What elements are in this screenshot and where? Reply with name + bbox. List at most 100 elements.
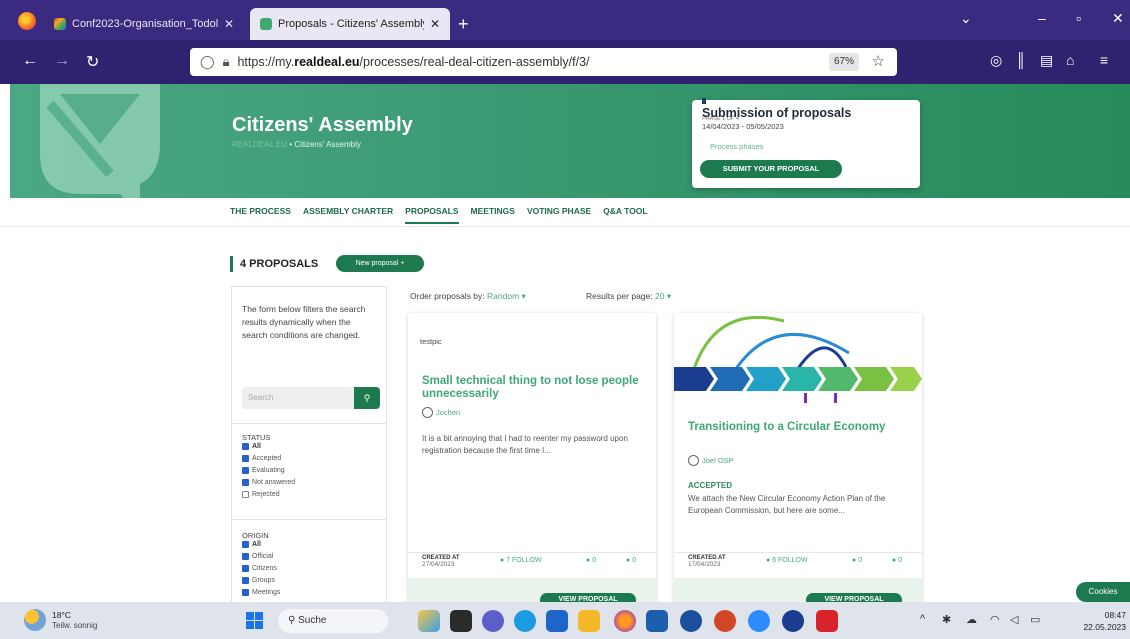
- proposal-author[interactable]: Joel OSP: [688, 455, 734, 466]
- origin-groups-checkbox[interactable]: Groups: [242, 577, 275, 584]
- teams-app-icon[interactable]: [680, 610, 702, 632]
- back-icon[interactable]: ←: [22, 52, 38, 70]
- checkbox-checked-icon[interactable]: [242, 479, 249, 486]
- outlook-app-icon[interactable]: [646, 610, 668, 632]
- firefox-app-icon[interactable]: [614, 610, 636, 632]
- close-tab-icon[interactable]: ✕: [224, 17, 234, 31]
- firefox-icon[interactable]: [18, 12, 36, 30]
- proposal-title[interactable]: Small technical thing to not lose people…: [422, 375, 642, 401]
- breadcrumb-current[interactable]: Citizens' Assembly: [294, 140, 360, 149]
- task-view-icon[interactable]: [450, 610, 472, 632]
- tab-meetings[interactable]: MEETINGS: [471, 206, 515, 224]
- proposal-card[interactable]: Transitioning to a Circular Economy Joel…: [674, 313, 922, 606]
- checkbox-checked-icon[interactable]: [242, 565, 249, 572]
- checkbox-checked-icon[interactable]: [242, 455, 249, 462]
- wifi-icon[interactable]: ◠: [990, 613, 1000, 626]
- status-all-checkbox[interactable]: All: [242, 443, 261, 450]
- created-date: 27/04/2023: [422, 561, 455, 568]
- edge-app-icon[interactable]: [514, 610, 536, 632]
- battery-icon[interactable]: ▭: [1030, 613, 1040, 626]
- author-name: Joel OSP: [702, 456, 734, 465]
- browser-app-icon[interactable]: [782, 610, 804, 632]
- powerpoint-app-icon[interactable]: [714, 610, 736, 632]
- process-phases-link[interactable]: Process phases: [710, 142, 763, 151]
- bookmark-star-icon[interactable]: ☆: [872, 52, 885, 70]
- todolist-favicon-icon: [54, 18, 66, 30]
- origin-all-checkbox[interactable]: All: [242, 541, 261, 548]
- status-evaluating-checkbox[interactable]: Evaluating: [242, 467, 285, 474]
- chat-app-icon[interactable]: [482, 610, 504, 632]
- reload-icon[interactable]: ↻: [86, 52, 99, 72]
- new-tab-icon[interactable]: +: [458, 14, 469, 35]
- cookies-button[interactable]: Cookies: [1076, 582, 1130, 602]
- app-tray-icon[interactable]: ✱: [942, 613, 951, 626]
- checkbox-unchecked-icon[interactable]: [242, 491, 249, 498]
- checkbox-checked-icon[interactable]: [242, 443, 249, 450]
- follow-count[interactable]: ● 6 FOLLOW: [766, 557, 808, 564]
- zoom-app-icon[interactable]: [748, 610, 770, 632]
- tab-conf2023[interactable]: Conf2023-Organisation_Todolis ✕: [44, 8, 244, 40]
- shield-icon[interactable]: ◯: [200, 54, 215, 70]
- order-value[interactable]: Random: [487, 291, 519, 301]
- onedrive-icon[interactable]: ☁: [966, 613, 977, 626]
- minimize-icon[interactable]: –: [1038, 10, 1046, 26]
- proposal-title[interactable]: Transitioning to a Circular Economy: [688, 421, 908, 434]
- taskbar-search[interactable]: ⚲ Suche: [278, 609, 388, 633]
- tab-qa-tool[interactable]: Q&A TOOL: [603, 206, 647, 224]
- status-not-answered-checkbox[interactable]: Not answered: [242, 479, 295, 486]
- proposal-author[interactable]: Jochen: [422, 407, 460, 418]
- tab-voting-phase[interactable]: VOTING PHASE: [527, 206, 591, 224]
- results-per-page[interactable]: Results per page: 20 ▾: [586, 291, 671, 302]
- checkbox-checked-icon[interactable]: [242, 553, 249, 560]
- library-icon[interactable]: ║: [1016, 52, 1026, 68]
- tab-proposals[interactable]: Proposals - Citizens' Assembly ✕: [250, 8, 450, 40]
- taskbar-search-label: Suche: [298, 615, 327, 626]
- show-hidden-icons-chevron-icon[interactable]: ^: [920, 613, 925, 625]
- url-bar[interactable]: ◯ 🔒︎ https://my. realdeal.eu/processes/re…: [190, 48, 897, 76]
- chevron-down-icon[interactable]: ▾: [667, 291, 671, 301]
- store-app-icon[interactable]: [546, 610, 568, 632]
- origin-citizens-checkbox[interactable]: Citizens: [242, 565, 277, 572]
- follow-count[interactable]: ● 7 FOLLOW: [500, 557, 542, 564]
- follow-label: 7 FOLLOW: [506, 557, 542, 564]
- maximize-icon[interactable]: ▫: [1076, 10, 1081, 26]
- clock[interactable]: 08:47 22.05.2023: [1072, 609, 1126, 633]
- new-proposal-button[interactable]: New proposal +: [336, 255, 424, 272]
- checkbox-label: All: [252, 541, 261, 548]
- tab-assembly-charter[interactable]: ASSEMBLY CHARTER: [303, 206, 393, 224]
- status-accepted-checkbox[interactable]: Accepted: [242, 455, 281, 462]
- chevron-down-icon[interactable]: ▾: [522, 291, 526, 301]
- checkbox-checked-icon[interactable]: [242, 589, 249, 596]
- endorsement-count: ● 0: [586, 557, 597, 564]
- origin-official-checkbox[interactable]: Official: [242, 553, 273, 560]
- extensions-icon[interactable]: ⌂: [1066, 52, 1074, 68]
- tab-proposals[interactable]: PROPOSALS: [405, 206, 459, 224]
- widgets-app-icon[interactable]: [418, 610, 440, 632]
- file-explorer-icon[interactable]: [578, 610, 600, 632]
- origin-meetings-checkbox[interactable]: Meetings: [242, 589, 280, 596]
- acrobat-app-icon[interactable]: [816, 610, 838, 632]
- weather-widget[interactable]: 18°C Teilw. sonnig: [24, 609, 97, 631]
- order-proposals[interactable]: Order proposals by: Random ▾: [410, 291, 526, 302]
- menu-icon[interactable]: ≡: [1100, 52, 1108, 68]
- checkbox-checked-icon[interactable]: [242, 577, 249, 584]
- close-tab-icon[interactable]: ✕: [430, 17, 440, 31]
- close-window-icon[interactable]: ✕: [1112, 10, 1124, 27]
- breadcrumb-home[interactable]: REALDEAL.EU: [232, 140, 287, 149]
- reader-icon[interactable]: ▤: [1040, 52, 1053, 69]
- volume-icon[interactable]: ◁: [1010, 613, 1018, 626]
- pocket-icon[interactable]: ◎: [990, 52, 1002, 69]
- submit-proposal-button[interactable]: SUBMIT YOUR PROPOSAL: [700, 160, 842, 178]
- perpage-value[interactable]: 20: [655, 291, 664, 301]
- checkbox-checked-icon[interactable]: [242, 467, 249, 474]
- tab-list-chevron-icon[interactable]: ⌄: [960, 10, 972, 27]
- windows-start-icon[interactable]: [246, 612, 263, 629]
- search-icon[interactable]: ⚲: [354, 387, 380, 409]
- tab-the-process[interactable]: THE PROCESS: [230, 206, 291, 224]
- lock-icon[interactable]: 🔒︎: [223, 54, 230, 70]
- status-rejected-checkbox[interactable]: Rejected: [242, 491, 280, 498]
- checkbox-checked-icon[interactable]: [242, 541, 249, 548]
- proposal-card[interactable]: testpic Small technical thing to not los…: [408, 313, 656, 606]
- forward-icon[interactable]: →: [54, 52, 70, 70]
- zoom-level[interactable]: 67%: [829, 53, 859, 71]
